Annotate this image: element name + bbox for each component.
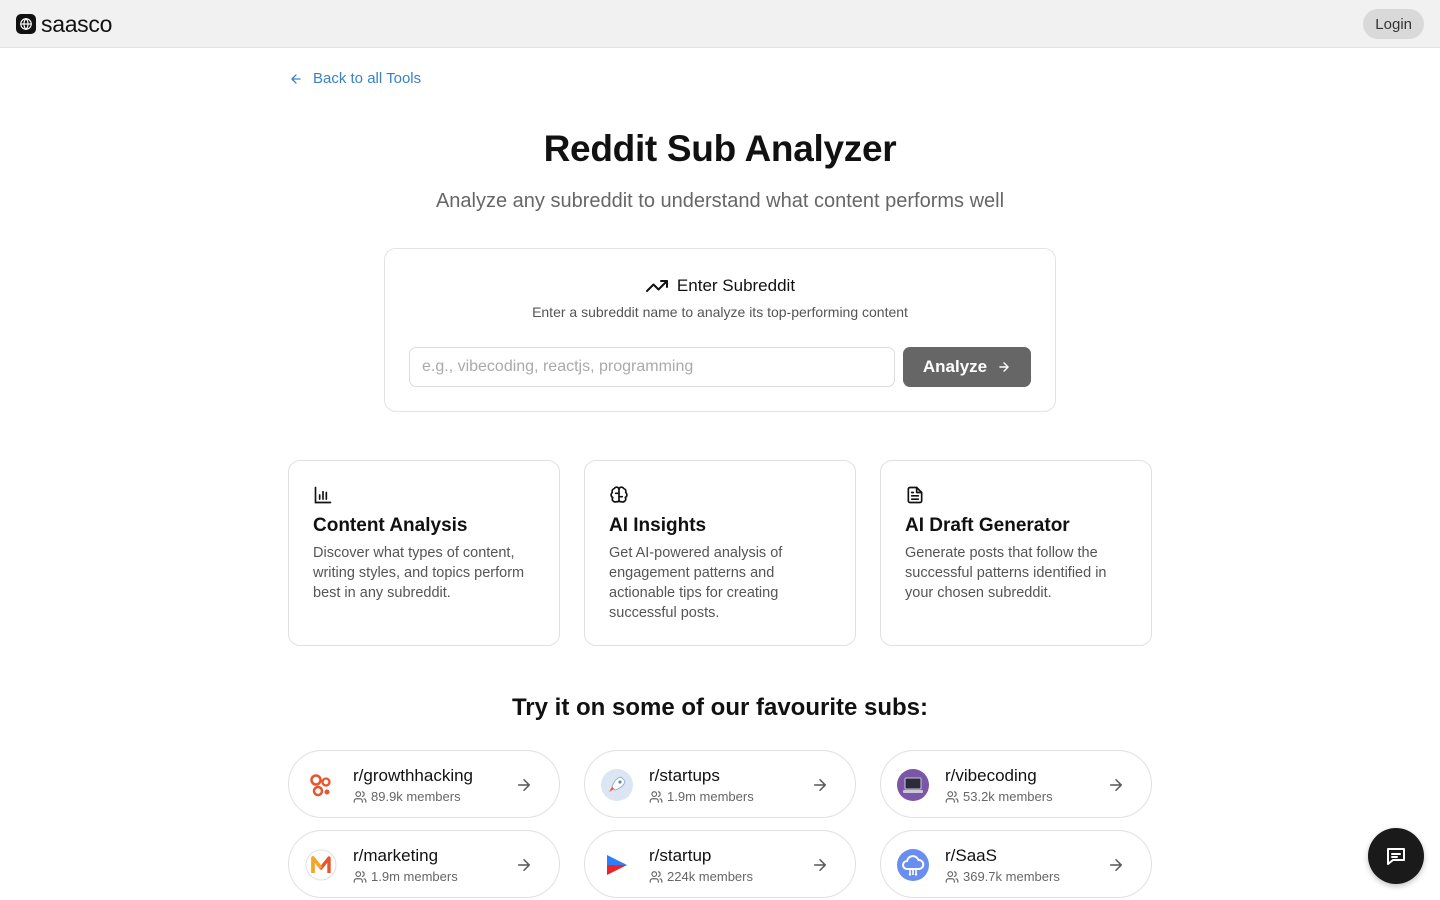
feature-title: AI Draft Generator — [905, 515, 1070, 536]
subreddit-input[interactable] — [409, 347, 895, 387]
analyze-button-label: Analyze — [922, 357, 988, 376]
input-card-description: Enter a subreddit name to analyze its to… — [532, 304, 908, 320]
sub-card-startups[interactable]: r/startups 1.9m members — [584, 750, 856, 818]
cloud-icon — [897, 849, 929, 881]
feature-title: Content Analysis — [313, 515, 468, 536]
document-icon — [907, 486, 923, 504]
sub-members-count: 224k members — [667, 869, 753, 884]
sub-members-count: 1.9m members — [667, 789, 754, 804]
sub-members: 369.7k members — [945, 869, 1060, 884]
gears-icon — [305, 769, 337, 801]
arrow-right-icon — [518, 859, 530, 871]
arrow-right-icon — [999, 362, 1009, 372]
sub-members: 53.2k members — [945, 789, 1053, 804]
sub-card-saas[interactable]: r/SaaS 369.7k members — [880, 830, 1152, 898]
chat-bubble-icon — [1387, 848, 1405, 865]
users-icon — [945, 870, 959, 883]
sub-members-count: 369.7k members — [963, 869, 1060, 884]
top-bar: saasco Login — [0, 0, 1440, 48]
feature-card-ai-draft-generator: AI Draft Generator Generate posts that f… — [880, 460, 1152, 646]
favourites-heading: Try it on some of our favourite subs: — [511, 694, 929, 721]
logo-text: saasco — [41, 11, 113, 37]
sub-members: 1.9m members — [353, 869, 458, 884]
trending-up-icon — [645, 280, 668, 292]
feature-description: Generate posts that follow the successfu… — [905, 545, 1107, 601]
back-to-tools-link[interactable]: Back to all Tools — [289, 70, 421, 87]
sub-card-vibecoding[interactable]: r/vibecoding 53.2k members — [880, 750, 1152, 818]
sub-name: r/SaaS — [945, 846, 997, 865]
sub-name: r/growthhacking — [353, 766, 474, 785]
back-link-label: Back to all Tools — [313, 70, 422, 87]
arrow-left-icon — [291, 73, 301, 84]
page-title: Reddit Sub Analyzer — [543, 128, 897, 169]
login-button[interactable]: Login — [1363, 9, 1424, 39]
users-icon — [945, 790, 959, 803]
sub-name: r/marketing — [353, 846, 439, 865]
sub-members-count: 53.2k members — [963, 789, 1053, 804]
sub-members-count: 1.9m members — [371, 869, 458, 884]
globe-icon — [16, 14, 36, 34]
sub-members: 1.9m members — [649, 789, 754, 804]
page-subtitle: Analyze any subreddit to understand what… — [435, 190, 1005, 212]
sub-card-startup[interactable]: r/startup 224k members — [584, 830, 856, 898]
arrow-right-icon — [518, 779, 530, 791]
feature-card-content-analysis: Content Analysis Discover what types of … — [288, 460, 560, 646]
bar-chart-icon — [314, 486, 332, 504]
feature-description: Discover what types of content, writing … — [313, 545, 525, 601]
sub-card-marketing[interactable]: r/marketing 1.9m members — [288, 830, 560, 898]
sub-card-growthhacking[interactable]: r/growthhacking 89.9k members — [288, 750, 560, 818]
arrow-right-icon — [814, 779, 826, 791]
laptop-icon — [897, 769, 929, 801]
feature-card-ai-insights: AI Insights Get AI-powered analysis of e… — [584, 460, 856, 646]
m-logo-icon — [305, 849, 337, 881]
feature-description: Get AI-powered analysis of engagement pa… — [609, 545, 783, 621]
logo[interactable]: saasco — [16, 11, 113, 37]
arrow-right-icon — [814, 859, 826, 871]
sub-name: r/vibecoding — [945, 766, 1037, 785]
play-arrow-icon — [601, 849, 633, 881]
sub-name: r/startups — [649, 766, 720, 785]
sub-members-count: 89.9k members — [371, 789, 461, 804]
users-icon — [649, 790, 663, 803]
sub-members: 89.9k members — [353, 789, 461, 804]
users-icon — [649, 870, 663, 883]
analyze-button[interactable]: Analyze — [903, 347, 1031, 387]
input-card-title: Enter Subreddit — [676, 276, 796, 295]
users-icon — [353, 790, 367, 803]
rocket-icon — [601, 769, 633, 801]
sub-name: r/startup — [649, 846, 712, 865]
feature-title: AI Insights — [609, 515, 707, 536]
brain-icon — [610, 486, 628, 503]
arrow-right-icon — [1110, 859, 1122, 871]
subreddit-input-card — [384, 248, 1056, 412]
chat-button[interactable] — [1368, 828, 1424, 884]
sub-members: 224k members — [649, 869, 753, 884]
arrow-right-icon — [1110, 779, 1122, 791]
users-icon — [353, 870, 367, 883]
input-card-header: Enter Subreddit — [0, 274, 1440, 298]
